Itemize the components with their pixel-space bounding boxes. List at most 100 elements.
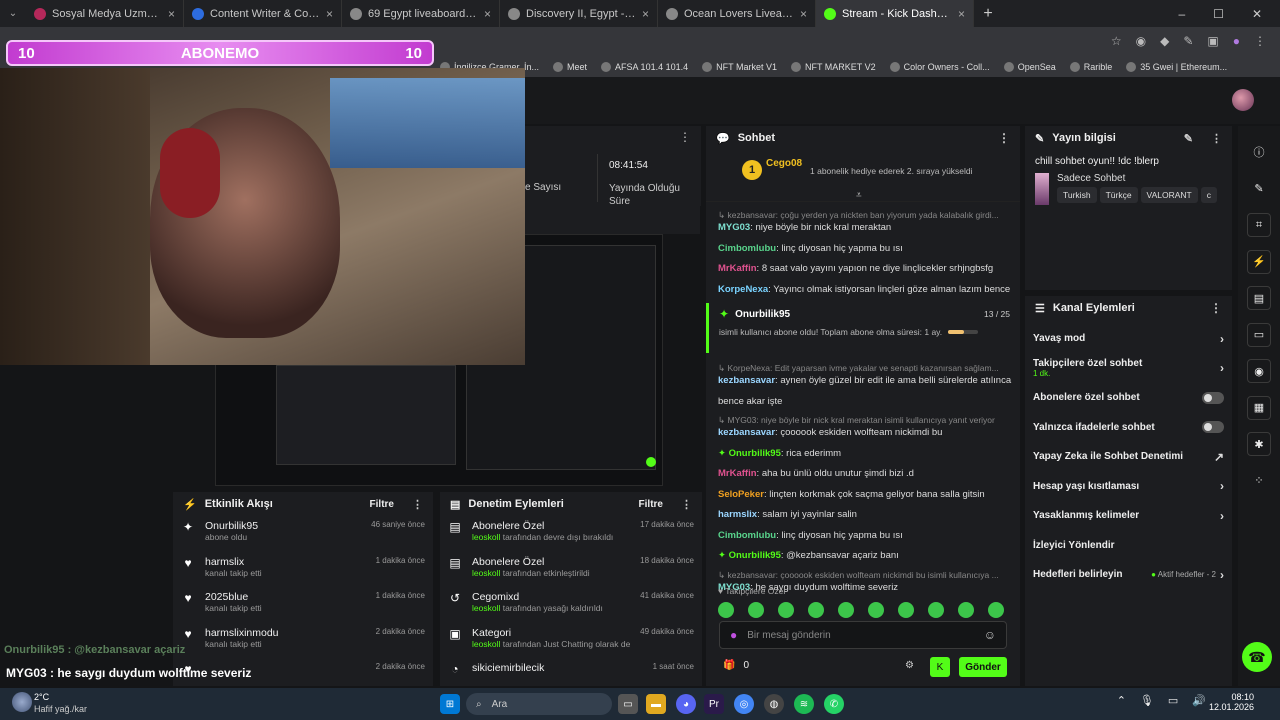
chat-bubble-icon[interactable]: ▭	[1247, 322, 1271, 347]
more-icon[interactable]: ⋮	[998, 131, 1010, 145]
close-tab-icon[interactable]: ×	[800, 7, 807, 21]
user-avatar[interactable]	[1232, 89, 1254, 111]
activity-feed-item[interactable]: ✦ Onurbilik95 abone oldu 46 saniye önce	[173, 516, 433, 552]
chat-username[interactable]: Cimbomlubu	[718, 530, 776, 541]
bookmark-item[interactable]: Rarible	[1069, 62, 1112, 72]
mic-icon[interactable]: ●	[730, 628, 737, 642]
chat-input[interactable]: ● Bir mesaj gönderin ☺	[719, 621, 1007, 649]
channel-action-row[interactable]: Yavaş mod ›	[1025, 324, 1232, 354]
chat-username[interactable]: Cimbomlubu	[718, 243, 776, 254]
weather-icon[interactable]	[12, 692, 32, 712]
emote-icon[interactable]	[718, 602, 734, 618]
bookmark-item[interactable]: 35 Gwei | Ethereum...	[1126, 62, 1227, 72]
tag-chip[interactable]: Turkish	[1057, 187, 1097, 203]
minimize-button[interactable]: –	[1178, 7, 1185, 21]
channel-action-row[interactable]: Yalnızca ifadelerle sohbet	[1025, 413, 1232, 443]
tag-chip[interactable]: c	[1200, 187, 1217, 203]
panel-icon[interactable]: ▦	[1247, 395, 1271, 420]
moderation-item[interactable]: ↺ Cegomixd leoskoll tarafından yasağı kald…	[440, 587, 702, 623]
emote-icon[interactable]	[928, 602, 944, 618]
more-icon[interactable]: ⋮	[681, 498, 692, 511]
activity-feed-item[interactable]: ♥ harmslix kanalı takip etti 1 dakika önce	[173, 552, 433, 588]
chat-username[interactable]: Onurbilik95	[729, 448, 781, 459]
clock[interactable]: 08:10 12.01.2026	[1209, 692, 1254, 712]
toggle-switch[interactable]	[1202, 421, 1224, 434]
browser-tab[interactable]: Sosyal Medya Uzmanı Aranıyor ×	[26, 0, 184, 27]
toggle-switch[interactable]	[1202, 391, 1224, 404]
bookmark-item[interactable]: NFT MARKET V2	[790, 62, 876, 72]
channel-action-row[interactable]: Abonelere özel sohbet	[1025, 383, 1232, 413]
more-icon[interactable]: ⋮	[412, 498, 423, 511]
mic-icon[interactable]: 🎙	[1140, 694, 1154, 707]
emote-icon[interactable]	[748, 602, 764, 618]
puzzle-icon[interactable]: ▣	[1207, 34, 1218, 48]
apps-icon[interactable]: ⁘	[1247, 469, 1271, 493]
browser-tab[interactable]: Discovery II, Egypt - LiveAboard ×	[500, 0, 658, 27]
profile-icon[interactable]: ●	[1233, 34, 1240, 48]
display-icon[interactable]: ▭	[1168, 694, 1178, 707]
chat-username[interactable]: kezbansavar	[718, 375, 775, 386]
file-explorer-icon[interactable]: ▬	[646, 694, 666, 714]
channel-action-row[interactable]: Hedefleri belirleyin ● Aktif hedefler - 2…	[1025, 560, 1232, 590]
tag-chip[interactable]: Türkçe	[1099, 187, 1138, 203]
channel-action-row[interactable]: Yasaklanmış kelimeler ›	[1025, 501, 1232, 531]
info-icon[interactable]: ⓘ	[1247, 140, 1271, 164]
feed-filter-button[interactable]: Filtre	[370, 499, 394, 510]
emote-icon[interactable]	[988, 602, 1004, 618]
chat-username[interactable]: Onurbilik95	[729, 550, 781, 561]
tab-search-icon[interactable]: ⌄	[0, 0, 26, 27]
pinned-user[interactable]: Cego08	[766, 158, 802, 169]
sub-user[interactable]: Onurbilik95	[735, 309, 790, 320]
channel-action-row[interactable]: İzleyici Yönlendir	[1025, 531, 1232, 561]
crop-icon[interactable]: ⌗	[1247, 213, 1271, 237]
emote-icon[interactable]	[838, 602, 854, 618]
close-window-button[interactable]: ✕	[1252, 7, 1262, 21]
channel-action-row[interactable]: Takipçilere özel sohbet 1 dk. ›	[1025, 354, 1232, 384]
channel-action-row[interactable]: Yapay Zeka ile Sohbet Denetimi ↗	[1025, 442, 1232, 472]
emote-icon[interactable]	[778, 602, 794, 618]
wrench-icon[interactable]: ✱	[1247, 432, 1271, 456]
emote-icon[interactable]	[898, 602, 914, 618]
chat-username[interactable]: MrKaffin	[718, 263, 757, 274]
close-tab-icon[interactable]: ×	[958, 7, 965, 21]
browser-tab[interactable]: Stream - Kick Dashboard ×	[816, 0, 974, 27]
volume-icon[interactable]: 🔊	[1192, 694, 1206, 707]
extension-icon[interactable]: ◆	[1160, 34, 1169, 48]
send-button[interactable]: Gönder	[959, 657, 1007, 677]
channel-action-row[interactable]: Hesap yaşı kısıtlaması ›	[1025, 472, 1232, 502]
support-icon[interactable]: ☎	[1242, 642, 1272, 672]
collapse-icon[interactable]: ⩡	[856, 190, 862, 201]
bookmark-item[interactable]: Color Owners - Coll...	[889, 62, 990, 72]
obs-icon[interactable]: ◍	[764, 694, 784, 714]
new-tab-button[interactable]: +	[974, 5, 1002, 23]
spotify-icon[interactable]: ≋	[794, 694, 814, 714]
more-icon[interactable]: ⋮	[679, 130, 691, 144]
chat-username[interactable]: MYG03	[718, 222, 750, 233]
bolt-icon[interactable]: ⚡	[1247, 249, 1271, 274]
chat-username[interactable]: kezbansavar	[718, 427, 775, 438]
emote-icon[interactable]	[868, 602, 884, 618]
more-icon[interactable]: ⋮	[1211, 132, 1222, 145]
broadcast-icon[interactable]: ◉	[1247, 359, 1271, 383]
task-view-icon[interactable]: ▭	[618, 694, 638, 714]
discord-icon[interactable]: ◕	[676, 694, 696, 714]
browser-tab[interactable]: 69 Egypt liveaboards, May 2026 ×	[342, 0, 500, 27]
settings-icon[interactable]: ⚙	[905, 660, 914, 671]
more-icon[interactable]: ⋮	[1210, 301, 1222, 315]
category-name[interactable]: Sadece Sohbet	[1057, 173, 1222, 184]
chat-username[interactable]: harmslix	[718, 509, 757, 520]
emote-icon[interactable]	[958, 602, 974, 618]
chrome-icon[interactable]: ◎	[734, 694, 754, 714]
browser-tab[interactable]: Ocean Lovers Liveaboard, Egypt ×	[658, 0, 816, 27]
moderation-item[interactable]: ▣ Kategori leoskoll tarafından Just Chatti…	[440, 623, 702, 659]
close-tab-icon[interactable]: ×	[168, 7, 175, 21]
taskbar-search[interactable]: ⌕ Ara	[466, 693, 612, 715]
bookmark-item[interactable]: NFT Market V1	[702, 62, 777, 72]
activity-feed-item[interactable]: ♥ harmslixinmodu kanalı takip etti 2 dakika…	[173, 623, 433, 659]
star-icon[interactable]: ☆	[1111, 34, 1122, 48]
browser-tab[interactable]: Content Writer & Community M ×	[184, 0, 342, 27]
kick-logo-icon[interactable]: K	[930, 657, 950, 677]
premiere-icon[interactable]: Pr	[704, 694, 724, 714]
menu-icon[interactable]: ⋮	[1254, 34, 1266, 48]
mod-filter-button[interactable]: Filtre	[639, 499, 663, 510]
